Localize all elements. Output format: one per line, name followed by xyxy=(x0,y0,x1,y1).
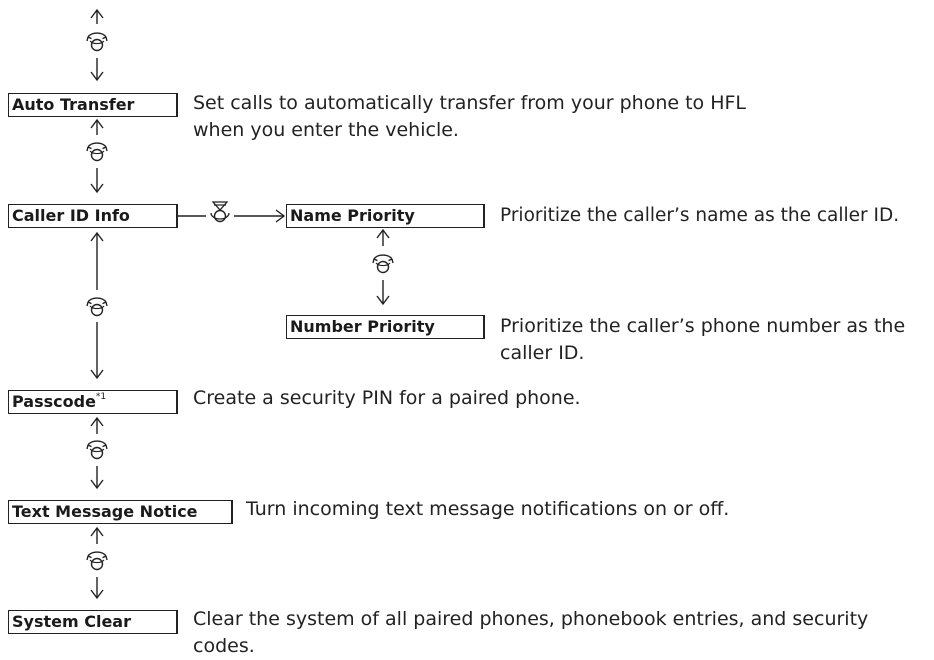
connector-top xyxy=(86,9,108,81)
passcode-description: Create a security PIN for a paired phone… xyxy=(193,387,581,409)
selector-knob-rotate-icon xyxy=(86,297,108,317)
menu-item-label: Passcode xyxy=(12,392,96,411)
auto-transfer-description: Set calls to automatically transfer from… xyxy=(193,92,747,141)
menu-item-passcode: Passcode*1 xyxy=(8,390,177,414)
selector-knob-rotate-icon xyxy=(372,254,394,274)
connector-text-system xyxy=(86,527,108,599)
connector-auto-callerid xyxy=(86,119,108,193)
menu-item-name-priority: Name Priority xyxy=(286,204,484,228)
menu-item-label: Name Priority xyxy=(290,206,415,225)
text-message-notice-description: Turn incoming text message notifications… xyxy=(246,498,730,520)
selector-knob-rotate-icon xyxy=(86,32,108,52)
connector-name-number xyxy=(372,229,394,305)
connector-passcode-text xyxy=(86,417,108,489)
number-priority-description: Prioritize the caller’s phone number as … xyxy=(500,315,906,364)
menu-item-auto-transfer: Auto Transfer xyxy=(8,93,177,117)
menu-item-label: System Clear xyxy=(12,612,131,631)
menu-item-text-message-notice: Text Message Notice xyxy=(8,500,232,524)
connector-callerid-name xyxy=(176,201,286,223)
connector-callerid-passcode xyxy=(86,232,108,379)
selector-knob-rotate-icon xyxy=(86,551,108,571)
selector-knob-rotate-icon xyxy=(86,440,108,460)
menu-item-number-priority: Number Priority xyxy=(286,315,484,339)
footnote-marker: *1 xyxy=(95,392,107,402)
menu-item-system-clear: System Clear xyxy=(8,610,177,634)
menu-item-label: Number Priority xyxy=(290,317,435,336)
menu-item-caller-id-info: Caller ID Info xyxy=(8,204,177,228)
system-clear-description: Clear the system of all paired phones, p… xyxy=(193,608,869,657)
selector-knob-press-icon xyxy=(210,201,230,223)
name-priority-description: Prioritize the caller’s name as the call… xyxy=(500,205,900,226)
menu-item-label: Text Message Notice xyxy=(12,502,198,521)
menu-item-label: Auto Transfer xyxy=(12,95,135,114)
selector-knob-rotate-icon xyxy=(86,142,108,162)
menu-item-label: Caller ID Info xyxy=(12,206,130,225)
